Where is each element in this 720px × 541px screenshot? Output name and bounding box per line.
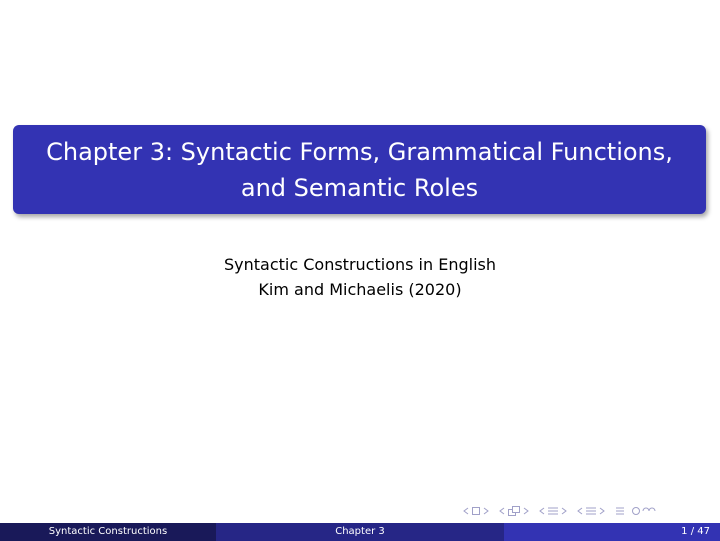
presentation-icon[interactable] [585, 505, 597, 517]
subtitle-line-2: Kim and Michaelis (2020) [258, 280, 462, 299]
title-line-2: and Semantic Roles [240, 173, 479, 202]
slide: Chapter 3: Syntactic Forms, Grammatical … [0, 0, 720, 541]
footer-page-number: 1 / 47 [504, 523, 720, 541]
presentation-nav [576, 505, 606, 517]
subsection-icon[interactable] [507, 505, 521, 517]
footer-short-title: Syntactic Constructions [0, 523, 216, 541]
subsection-nav [498, 505, 530, 517]
subsection-next-icon[interactable] [522, 506, 530, 516]
title-line-1: Chapter 3: Syntactic Forms, Grammatical … [46, 137, 673, 166]
section-next-icon[interactable] [560, 506, 568, 516]
footer: Syntactic Constructions Chapter 3 1 / 47 [0, 523, 720, 541]
frame-nav [462, 506, 490, 516]
align-icon[interactable] [614, 505, 626, 517]
section-icon[interactable] [547, 505, 559, 517]
subtitle-block: Syntactic Constructions in English Kim a… [0, 252, 720, 302]
search-icon[interactable] [628, 505, 658, 517]
section-prev-icon[interactable] [538, 506, 546, 516]
frame-prev-icon[interactable] [462, 506, 470, 516]
subsection-prev-icon[interactable] [498, 506, 506, 516]
title-block: Chapter 3: Syntactic Forms, Grammatical … [13, 125, 706, 214]
frame-icon[interactable] [471, 506, 481, 516]
subtitle-line-1: Syntactic Constructions in English [224, 255, 496, 274]
beamer-navigation [462, 503, 712, 519]
section-nav [538, 505, 568, 517]
slide-title: Chapter 3: Syntactic Forms, Grammatical … [40, 134, 680, 206]
footer-chapter: Chapter 3 [216, 523, 504, 541]
frame-next-icon[interactable] [482, 506, 490, 516]
section-prev-icon[interactable] [576, 506, 584, 516]
section-next-icon[interactable] [598, 506, 606, 516]
